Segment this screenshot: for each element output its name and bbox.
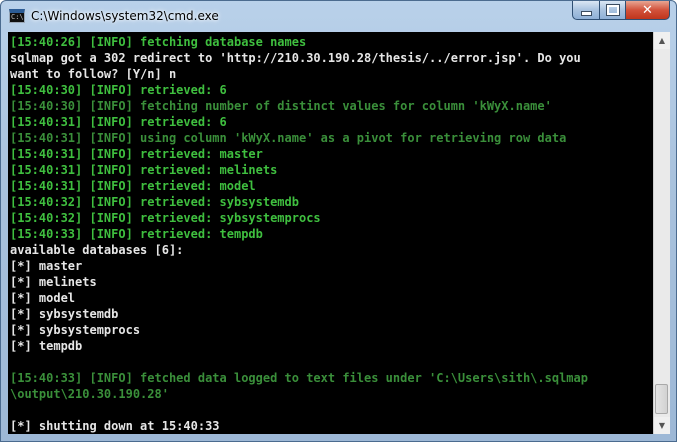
scroll-thumb[interactable] xyxy=(655,384,668,414)
console-line: [15:40:31] [INFO] retrieved: melinets xyxy=(10,163,278,177)
console-line: [15:40:32] [INFO] retrieved: sybsystempr… xyxy=(10,211,321,225)
scroll-up-arrow-icon: ▲ xyxy=(658,36,666,45)
cmd-window: C:\ C:\Windows\system32\cmd.exe ✕ [15:40… xyxy=(0,0,677,442)
console-line: [*] model xyxy=(10,291,76,305)
maximize-icon xyxy=(605,4,620,16)
title-bar[interactable]: C:\ C:\Windows\system32\cmd.exe ✕ xyxy=(1,1,676,31)
console-line: [15:40:32] [INFO] retrieved: sybsystemdb xyxy=(10,195,299,209)
console-line: [15:40:31] [INFO] retrieved: master xyxy=(10,147,263,161)
scroll-up-button[interactable]: ▲ xyxy=(654,32,670,49)
console-lines: [15:40:26] [INFO] fetching database name… xyxy=(10,34,588,434)
console-line: [15:40:31] [INFO] using column 'kWyX.nam… xyxy=(10,131,567,145)
minimize-button[interactable] xyxy=(572,1,599,20)
scroll-down-arrow-icon: ▼ xyxy=(658,421,666,430)
console-line: [*] master xyxy=(10,259,83,273)
console-line: [15:40:31] [INFO] retrieved: model xyxy=(10,179,256,193)
cmd-icon[interactable]: C:\ xyxy=(9,9,25,23)
console-line: want to follow? [Y/n] n xyxy=(10,67,177,81)
close-icon: ✕ xyxy=(642,2,653,18)
console-line: [15:40:31] [INFO] retrieved: 6 xyxy=(10,115,227,129)
console-line: [15:40:30] [INFO] fetching number of dis… xyxy=(10,99,552,113)
console-line: available databases [6]: xyxy=(10,243,184,257)
console-line: [15:40:30] [INFO] retrieved: 6 xyxy=(10,83,227,97)
maximize-button[interactable] xyxy=(599,1,625,20)
vertical-scrollbar[interactable]: ▲ ▼ xyxy=(653,32,670,434)
minimize-icon xyxy=(580,10,592,16)
console-line: [*] sybsystemprocs xyxy=(10,323,141,337)
console-line: \output\210.30.190.28' xyxy=(10,387,169,401)
window-controls: ✕ xyxy=(572,1,670,20)
console-line: sqlmap got a 302 redirect to 'http://210… xyxy=(10,51,581,65)
console-line: [*] tempdb xyxy=(10,339,83,353)
cmd-icon-text: C:\ xyxy=(11,13,24,21)
console-line: [15:40:33] [INFO] fetched data logged to… xyxy=(10,371,588,385)
console-line: [*] melinets xyxy=(10,275,97,289)
console-line: [15:40:33] [INFO] retrieved: tempdb xyxy=(10,227,263,241)
close-button[interactable]: ✕ xyxy=(625,1,670,20)
console-output[interactable]: [15:40:26] [INFO] fetching database name… xyxy=(8,32,653,434)
console-line: [15:40:26] [INFO] fetching database name… xyxy=(10,35,307,49)
console-line: [*] sybsystemdb xyxy=(10,307,119,321)
window-frame-bottom xyxy=(1,434,676,441)
console-line: [*] shutting down at 15:40:33 xyxy=(10,419,220,433)
scroll-down-button[interactable]: ▼ xyxy=(654,417,670,434)
window-title: C:\Windows\system32\cmd.exe xyxy=(31,9,219,23)
